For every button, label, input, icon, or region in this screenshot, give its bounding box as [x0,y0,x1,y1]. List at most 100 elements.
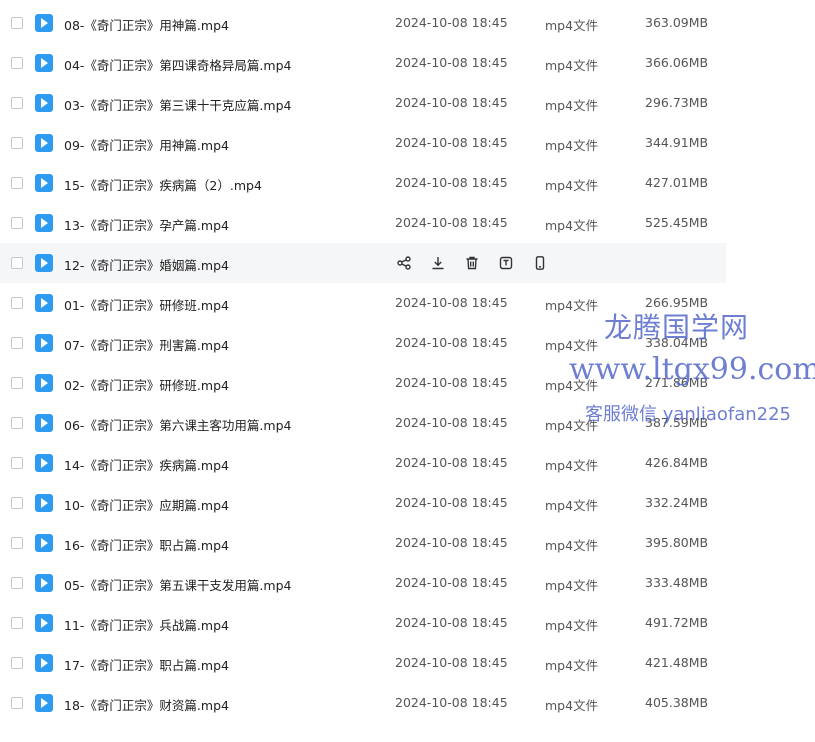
file-size: 338.04MB [645,335,709,350]
file-size: 344.91MB [645,135,709,150]
row-checkbox[interactable] [11,57,23,69]
file-size: 366.06MB [645,55,709,70]
file-name[interactable]: 14-《奇门正宗》疾病篇.mp4 [64,455,229,474]
file-type: mp4文件 [545,178,599,193]
row-checkbox[interactable] [11,497,23,509]
file-row[interactable]: 18-《奇门正宗》财资篇.mp4 2024-10-08 18:45 mp4文件 405… [0,683,726,723]
file-row[interactable]: 11-《奇门正宗》兵战篇.mp4 2024-10-08 18:45 mp4文件 491… [0,603,726,643]
file-size: 363.09MB [645,15,709,30]
share-icon[interactable] [395,254,413,272]
file-date: 2024-10-08 18:45 [395,495,508,510]
video-file-icon [35,94,53,112]
file-size: 332.24MB [645,495,709,510]
download-icon[interactable] [429,254,447,272]
video-file-icon [35,694,53,712]
video-file-icon [35,334,53,352]
row-checkbox[interactable] [11,337,23,349]
file-size: 271.86MB [645,375,709,390]
file-name[interactable]: 09-《奇门正宗》用神篇.mp4 [64,135,229,154]
row-checkbox[interactable] [11,377,23,389]
row-checkbox[interactable] [11,257,23,269]
file-date: 2024-10-08 18:45 [395,535,508,550]
video-file-icon [35,254,53,272]
video-file-icon [35,214,53,232]
file-row[interactable]: 16-《奇门正宗》职占篇.mp4 2024-10-08 18:45 mp4文件 395… [0,523,726,563]
file-name[interactable]: 04-《奇门正宗》第四课奇格异局篇.mp4 [64,55,291,74]
file-row[interactable]: 08-《奇门正宗》用神篇.mp4 2024-10-08 18:45 mp4文件 363… [0,3,726,43]
file-name[interactable]: 07-《奇门正宗》刑害篇.mp4 [64,335,229,354]
file-name[interactable]: 01-《奇门正宗》研修班.mp4 [64,295,229,314]
file-row[interactable]: 03-《奇门正宗》第三课十干克应篇.mp4 2024-10-08 18:45 mp4… [0,83,726,123]
row-checkbox[interactable] [11,537,23,549]
file-size: 296.73MB [645,95,709,110]
file-row[interactable]: 02-《奇门正宗》研修班.mp4 2024-10-08 18:45 mp4文件 271… [0,363,726,403]
file-date: 2024-10-08 18:45 [395,95,508,110]
file-name[interactable]: 02-《奇门正宗》研修班.mp4 [64,375,229,394]
file-date: 2024-10-08 18:45 [395,15,508,30]
delete-icon[interactable] [463,254,481,272]
row-checkbox[interactable] [11,297,23,309]
file-name[interactable]: 11-《奇门正宗》兵战篇.mp4 [64,615,229,634]
file-name[interactable]: 18-《奇门正宗》财资篇.mp4 [64,695,229,714]
row-checkbox[interactable] [11,657,23,669]
rename-icon[interactable] [497,254,515,272]
video-file-icon [35,174,53,192]
row-checkbox[interactable] [11,417,23,429]
file-type: mp4文件 [545,218,599,233]
file-name[interactable]: 12-《奇门正宗》婚姻篇.mp4 [64,255,229,274]
row-checkbox[interactable] [11,17,23,29]
file-name[interactable]: 16-《奇门正宗》职占篇.mp4 [64,535,229,554]
row-checkbox[interactable] [11,217,23,229]
file-size: 333.48MB [645,575,709,590]
file-row[interactable]: 07-《奇门正宗》刑害篇.mp4 2024-10-08 18:45 mp4文件 338… [0,323,726,363]
file-row[interactable]: 09-《奇门正宗》用神篇.mp4 2024-10-08 18:45 mp4文件 344… [0,123,726,163]
file-type: mp4文件 [545,138,599,153]
file-type: mp4文件 [545,498,599,513]
file-size: 427.01MB [645,175,709,190]
row-checkbox[interactable] [11,137,23,149]
file-type: mp4文件 [545,698,599,713]
row-checkbox[interactable] [11,457,23,469]
file-size: 387.59MB [645,415,709,430]
file-name[interactable]: 06-《奇门正宗》第六课主客功用篇.mp4 [64,415,291,434]
file-type: mp4文件 [545,98,599,113]
file-row[interactable]: 15-《奇门正宗》疾病篇（2）.mp4 2024-10-08 18:45 mp4文件… [0,163,726,203]
file-row[interactable]: 13-《奇门正宗》孕产篇.mp4 2024-10-08 18:45 mp4文件 525… [0,203,726,243]
file-date: 2024-10-08 18:45 [395,455,508,470]
file-row[interactable]: 01-《奇门正宗》研修班.mp4 2024-10-08 18:45 mp4文件 266… [0,283,726,323]
file-name[interactable]: 10-《奇门正宗》应期篇.mp4 [64,495,229,514]
file-date: 2024-10-08 18:45 [395,695,508,710]
row-actions [395,254,565,272]
file-size: 405.38MB [645,695,709,710]
file-size: 426.84MB [645,455,709,470]
video-file-icon [35,494,53,512]
file-name[interactable]: 17-《奇门正宗》职占篇.mp4 [64,655,229,674]
file-name[interactable]: 05-《奇门正宗》第五课干支发用篇.mp4 [64,575,291,594]
file-row[interactable]: 06-《奇门正宗》第六课主客功用篇.mp4 2024-10-08 18:45 mp4… [0,403,726,443]
file-date: 2024-10-08 18:45 [395,615,508,630]
row-checkbox[interactable] [11,697,23,709]
file-row[interactable]: 10-《奇门正宗》应期篇.mp4 2024-10-08 18:45 mp4文件 332… [0,483,726,523]
file-name[interactable]: 13-《奇门正宗》孕产篇.mp4 [64,215,229,234]
file-name[interactable]: 08-《奇门正宗》用神篇.mp4 [64,15,229,34]
phone-icon[interactable] [531,254,549,272]
video-file-icon [35,54,53,72]
row-checkbox[interactable] [11,617,23,629]
file-date: 2024-10-08 18:45 [395,55,508,70]
file-name[interactable]: 15-《奇门正宗》疾病篇（2）.mp4 [64,175,262,194]
file-type: mp4文件 [545,378,599,393]
file-type: mp4文件 [545,538,599,553]
file-row[interactable]: 17-《奇门正宗》职占篇.mp4 2024-10-08 18:45 mp4文件 421… [0,643,726,683]
file-name[interactable]: 03-《奇门正宗》第三课十干克应篇.mp4 [64,95,291,114]
row-checkbox[interactable] [11,577,23,589]
file-row[interactable]: 12-《奇门正宗》婚姻篇.mp4 [0,243,726,283]
file-size: 395.80MB [645,535,709,550]
row-checkbox[interactable] [11,177,23,189]
file-row[interactable]: 14-《奇门正宗》疾病篇.mp4 2024-10-08 18:45 mp4文件 426… [0,443,726,483]
file-row[interactable]: 05-《奇门正宗》第五课干支发用篇.mp4 2024-10-08 18:45 mp4… [0,563,726,603]
row-checkbox[interactable] [11,97,23,109]
file-date: 2024-10-08 18:45 [395,415,508,430]
file-row[interactable]: 04-《奇门正宗》第四课奇格异局篇.mp4 2024-10-08 18:45 mp4… [0,43,726,83]
file-date: 2024-10-08 18:45 [395,215,508,230]
video-file-icon [35,454,53,472]
